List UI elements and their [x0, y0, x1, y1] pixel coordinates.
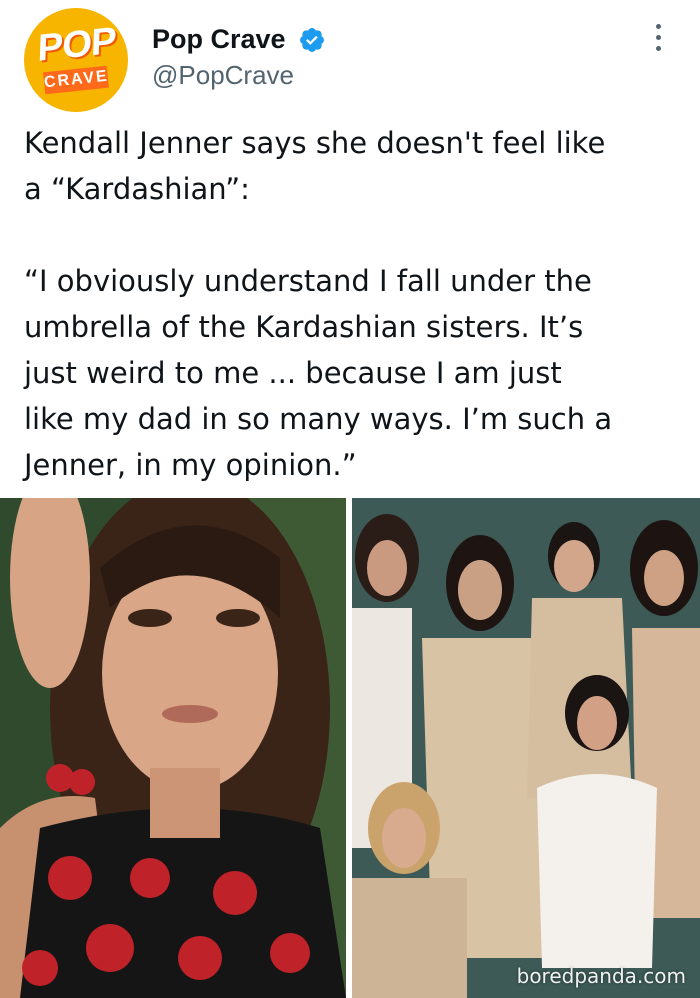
- tweet-paragraph: Kendall Jenner says she doesn't feel lik…: [24, 126, 606, 206]
- account-name[interactable]: Pop Crave: [152, 24, 286, 55]
- portrait-image: [0, 498, 346, 998]
- avatar-logo-pop: POP: [36, 20, 117, 70]
- verified-badge-icon: [300, 28, 324, 52]
- left-photo[interactable]: [0, 498, 346, 998]
- more-vertical-icon[interactable]: [652, 24, 664, 58]
- right-photo[interactable]: boredpanda.com: [352, 498, 700, 998]
- tweet-quote: “I obviously understand I fall under the…: [24, 264, 613, 482]
- tweet-media[interactable]: boredpanda.com: [0, 498, 700, 998]
- tweet-text: Kendall Jenner says she doesn't feel lik…: [24, 120, 684, 488]
- group-portrait-image: [352, 498, 700, 998]
- tweet-header: POP CRAVE Pop Crave @PopCrave: [0, 0, 700, 118]
- avatar-logo-crave: CRAVE: [43, 65, 109, 95]
- account-avatar[interactable]: POP CRAVE: [24, 8, 128, 112]
- watermark: boredpanda.com: [516, 964, 686, 988]
- account-handle[interactable]: @PopCrave: [152, 60, 294, 91]
